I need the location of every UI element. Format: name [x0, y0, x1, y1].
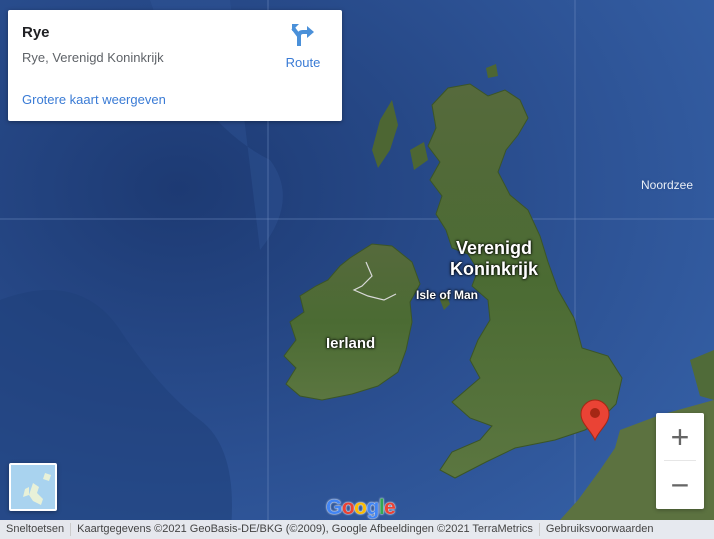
label-united-kingdom-line1: Verenigd [455, 238, 533, 258]
zoom-in-button[interactable]: + [656, 413, 704, 461]
terms-of-use-link[interactable]: Gebruiksvoorwaarden [540, 523, 660, 536]
place-info-card: Rye Rye, Verenigd Koninkrijk Route Grote… [8, 10, 342, 121]
place-address: Rye, Verenigd Koninkrijk [22, 50, 164, 65]
keyboard-shortcuts-link[interactable]: Sneltoetsen [0, 523, 72, 536]
place-title: Rye [22, 24, 50, 41]
logo-letter: o [354, 496, 367, 519]
route-button[interactable]: Route [278, 22, 328, 82]
google-logo: Google [326, 496, 396, 520]
zoom-out-button[interactable]: − [656, 461, 704, 509]
directions-icon [291, 24, 314, 46]
logo-letter: g [366, 496, 380, 519]
map-attribution: Kaartgegevens ©2021 GeoBasis-DE/BKG (©20… [71, 523, 540, 536]
logo-letter: o [341, 496, 355, 519]
label-ireland: Ierland [326, 335, 376, 352]
route-label: Route [285, 55, 321, 70]
zoom-controls: + − [656, 413, 704, 509]
map-footer: Sneltoetsen Kaartgegevens ©2021 GeoBasis… [0, 520, 714, 539]
map-type-toggle[interactable] [9, 463, 57, 511]
logo-letter: G [326, 496, 342, 519]
larger-map-link[interactable]: Grotere kaart weergeven [22, 92, 166, 107]
map-thumbnail-icon [11, 465, 55, 509]
label-united-kingdom: Verenigd Koninkrijk [450, 238, 538, 280]
label-united-kingdom-line2: Koninkrijk [450, 259, 539, 279]
label-north-sea: Noordzee [641, 178, 694, 192]
logo-letter: e [384, 496, 396, 519]
label-isle-of-man: Isle of Man [416, 288, 479, 302]
